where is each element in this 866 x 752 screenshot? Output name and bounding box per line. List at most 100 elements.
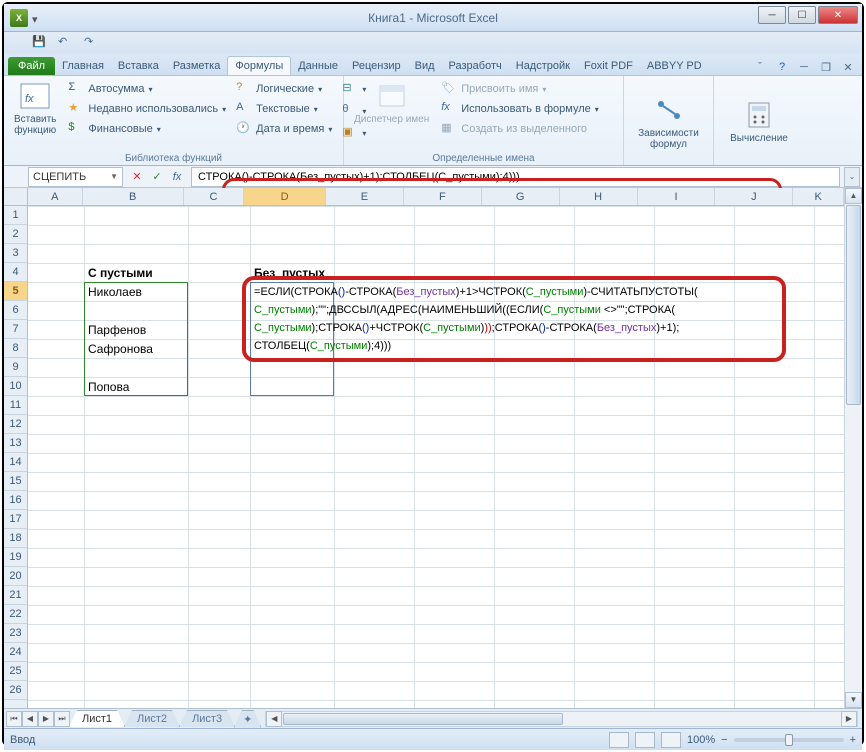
row-header-19[interactable]: 19 [4, 548, 27, 567]
formula-bar-input[interactable]: СТРОКА()-СТРОКА(Без_пустых)+1);СТОЛБЕЦ(С… [191, 167, 840, 187]
calculation-button[interactable]: Вычисление [726, 97, 792, 146]
autosum-button[interactable]: ΣАвтосумма▾ [66, 80, 228, 98]
row-header-26[interactable]: 26 [4, 681, 27, 700]
sheet-nav-prev-icon[interactable]: ◀ [22, 711, 38, 727]
sheet-nav-last-icon[interactable]: ⏭ [54, 711, 70, 727]
col-header-B[interactable]: B [83, 188, 184, 205]
cell-D4[interactable]: Без_пустых [252, 264, 327, 283]
col-header-K[interactable]: K [793, 188, 844, 205]
tab-abbyy[interactable]: ABBYY PD [640, 57, 709, 75]
formula-deps-button[interactable]: Зависимости формул [630, 92, 707, 152]
scroll-right-icon[interactable]: ▶ [841, 711, 857, 727]
col-header-I[interactable]: I [638, 188, 716, 205]
row-header-1[interactable]: 1 [4, 206, 27, 225]
tab-layout[interactable]: Разметка [166, 57, 228, 75]
select-all-corner[interactable] [4, 188, 28, 206]
use-in-formula-button[interactable]: fxИспользовать в формуле▾ [439, 100, 601, 118]
row-header-25[interactable]: 25 [4, 662, 27, 681]
row-header-15[interactable]: 15 [4, 472, 27, 491]
row-header-12[interactable]: 12 [4, 415, 27, 434]
fx-button-icon[interactable]: fx [169, 171, 185, 183]
col-header-E[interactable]: E [326, 188, 404, 205]
tab-addins[interactable]: Надстройк [509, 57, 577, 75]
scroll-up-icon[interactable]: ▲ [845, 188, 862, 204]
minimize-ribbon-icon[interactable]: ˇ [752, 59, 768, 75]
row-header-4[interactable]: 4 [4, 263, 27, 282]
row-header-17[interactable]: 17 [4, 510, 27, 529]
row-header-3[interactable]: 3 [4, 244, 27, 263]
datetime-button[interactable]: 🕐Дата и время▾ [234, 120, 334, 138]
zoom-in-icon[interactable]: + [850, 734, 856, 746]
col-header-H[interactable]: H [560, 188, 638, 205]
row-header-16[interactable]: 16 [4, 491, 27, 510]
tab-file[interactable]: Файл [8, 57, 55, 75]
create-from-selection-button[interactable]: ▦Создать из выделенного [439, 120, 601, 138]
sheet-nav-next-icon[interactable]: ▶ [38, 711, 54, 727]
row-header-9[interactable]: 9 [4, 358, 27, 377]
accept-formula-icon[interactable]: ✓ [149, 170, 165, 183]
namebox-dropdown-icon[interactable]: ▼ [110, 172, 118, 181]
row-header-20[interactable]: 20 [4, 567, 27, 586]
col-header-G[interactable]: G [482, 188, 560, 205]
tab-view[interactable]: Вид [408, 57, 442, 75]
tab-home[interactable]: Главная [55, 57, 111, 75]
tab-data[interactable]: Данные [291, 57, 345, 75]
name-box[interactable]: СЦЕПИТЬ ▼ [28, 167, 123, 187]
column-headers[interactable]: ABCDEFGHIJK [28, 188, 844, 206]
financial-button[interactable]: $Финансовые▾ [66, 120, 228, 138]
define-name-button[interactable]: 🏷Присвоить имя▾ [439, 80, 601, 98]
col-header-A[interactable]: A [28, 188, 83, 205]
tab-insert[interactable]: Вставка [111, 57, 166, 75]
row-header-13[interactable]: 13 [4, 434, 27, 453]
new-sheet-icon[interactable]: ✦ [234, 710, 261, 728]
row-header-21[interactable]: 21 [4, 586, 27, 605]
col-header-D[interactable]: D [244, 188, 326, 205]
workbook-restore-icon[interactable]: ❐ [818, 59, 834, 75]
worksheet-grid[interactable]: ABCDEFGHIJK 1234567891011121314151617181… [4, 188, 862, 708]
row-header-24[interactable]: 24 [4, 643, 27, 662]
tab-developer[interactable]: Разработч [442, 57, 509, 75]
sheet-tab-2[interactable]: Лист2 [124, 710, 180, 727]
row-header-14[interactable]: 14 [4, 453, 27, 472]
cell-formula-editing[interactable]: =ЕСЛИ(СТРОКА()-СТРОКА(Без_пустых)+1>ЧСТР… [254, 283, 774, 355]
col-header-J[interactable]: J [715, 188, 793, 205]
row-header-11[interactable]: 11 [4, 396, 27, 415]
scroll-down-icon[interactable]: ▼ [845, 692, 862, 708]
vertical-scrollbar[interactable]: ▲ ▼ [844, 188, 862, 708]
tab-foxit[interactable]: Foxit PDF [577, 57, 640, 75]
minimize-button[interactable]: ─ [758, 6, 786, 24]
horizontal-scrollbar[interactable]: ◀ ▶ [265, 711, 858, 727]
zoom-thumb[interactable] [785, 734, 793, 746]
row-header-18[interactable]: 18 [4, 529, 27, 548]
workbook-close-icon[interactable]: ✕ [840, 59, 856, 75]
sheet-tab-3[interactable]: Лист3 [179, 710, 235, 727]
row-header-7[interactable]: 7 [4, 320, 27, 339]
row-headers[interactable]: 1234567891011121314151617181920212223242… [4, 206, 28, 708]
row-header-10[interactable]: 10 [4, 377, 27, 396]
save-icon[interactable]: 💾 [32, 35, 48, 51]
row-header-23[interactable]: 23 [4, 624, 27, 643]
zoom-out-icon[interactable]: − [721, 734, 727, 746]
row-header-2[interactable]: 2 [4, 225, 27, 244]
row-header-22[interactable]: 22 [4, 605, 27, 624]
logical-button[interactable]: ?Логические▾ [234, 80, 334, 98]
hscroll-thumb[interactable] [283, 713, 563, 725]
help-icon[interactable]: ? [774, 59, 790, 75]
close-button[interactable]: ✕ [818, 6, 858, 24]
scroll-left-icon[interactable]: ◀ [266, 711, 282, 727]
cancel-formula-icon[interactable]: ✕ [129, 170, 145, 183]
name-manager-button[interactable]: Диспетчер имен [350, 78, 433, 138]
undo-icon[interactable]: ↶ [58, 35, 74, 51]
tab-formulas[interactable]: Формулы [227, 56, 291, 75]
text-button[interactable]: AТекстовые▾ [234, 100, 334, 118]
col-header-F[interactable]: F [404, 188, 482, 205]
cell-B4[interactable]: С пустыми [86, 264, 155, 283]
recent-button[interactable]: ★Недавно использовались▾ [66, 100, 228, 118]
workbook-minimize-icon[interactable]: ─ [796, 59, 812, 75]
col-header-C[interactable]: C [184, 188, 244, 205]
tab-review[interactable]: Рецензир [345, 57, 408, 75]
sheet-nav-first-icon[interactable]: ⏮ [6, 711, 22, 727]
vscroll-thumb[interactable] [846, 205, 861, 405]
row-header-8[interactable]: 8 [4, 339, 27, 358]
sheet-tab-active[interactable]: Лист1 [69, 710, 125, 727]
